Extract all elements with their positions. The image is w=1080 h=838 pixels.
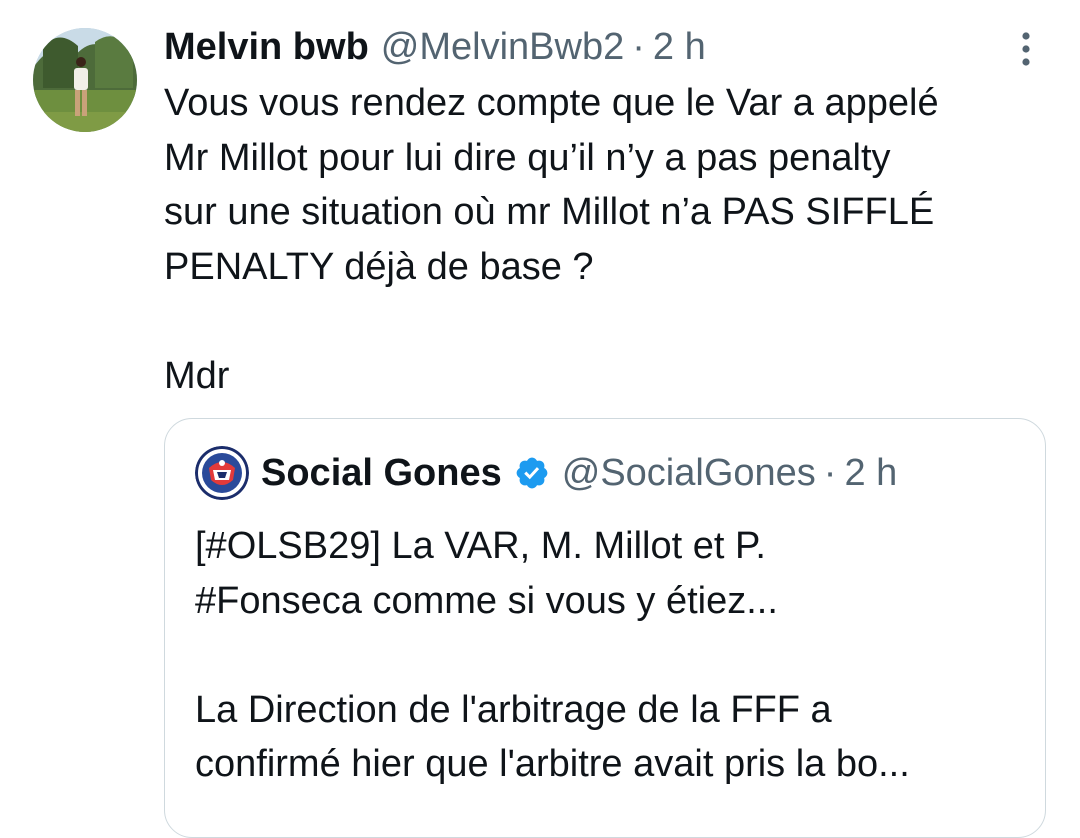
author-avatar[interactable] xyxy=(33,28,137,132)
header-separator: · xyxy=(632,25,645,68)
tweet-timestamp[interactable]: 2 h xyxy=(653,26,706,69)
quoted-author-handle: @SocialGones xyxy=(561,451,816,494)
more-vertical-icon[interactable] xyxy=(1006,30,1046,70)
quoted-tweet-card[interactable]: Social Gones @SocialGones · 2 h [#OLSB29… xyxy=(164,418,1046,838)
tweet-text: Vous vous rendez compte que le Var a app… xyxy=(164,82,939,397)
quoted-timestamp: 2 h xyxy=(844,451,898,494)
tweet-header: Melvin bwb @MelvinBwb2 · 2 h xyxy=(164,22,706,72)
quoted-tweet-text: [#OLSB29] La VAR, M. Millot et P. #Fonse… xyxy=(195,525,910,785)
quoted-header-separator: · xyxy=(823,451,837,494)
author-name[interactable]: Melvin bwb xyxy=(164,26,369,69)
author-handle[interactable]: @MelvinBwb2 xyxy=(381,26,624,69)
quoted-tweet-header: Social Gones @SocialGones · 2 h xyxy=(195,445,897,501)
quoted-author-name: Social Gones xyxy=(261,451,502,494)
verified-badge-icon xyxy=(514,455,550,491)
quoted-author-avatar xyxy=(195,446,249,500)
